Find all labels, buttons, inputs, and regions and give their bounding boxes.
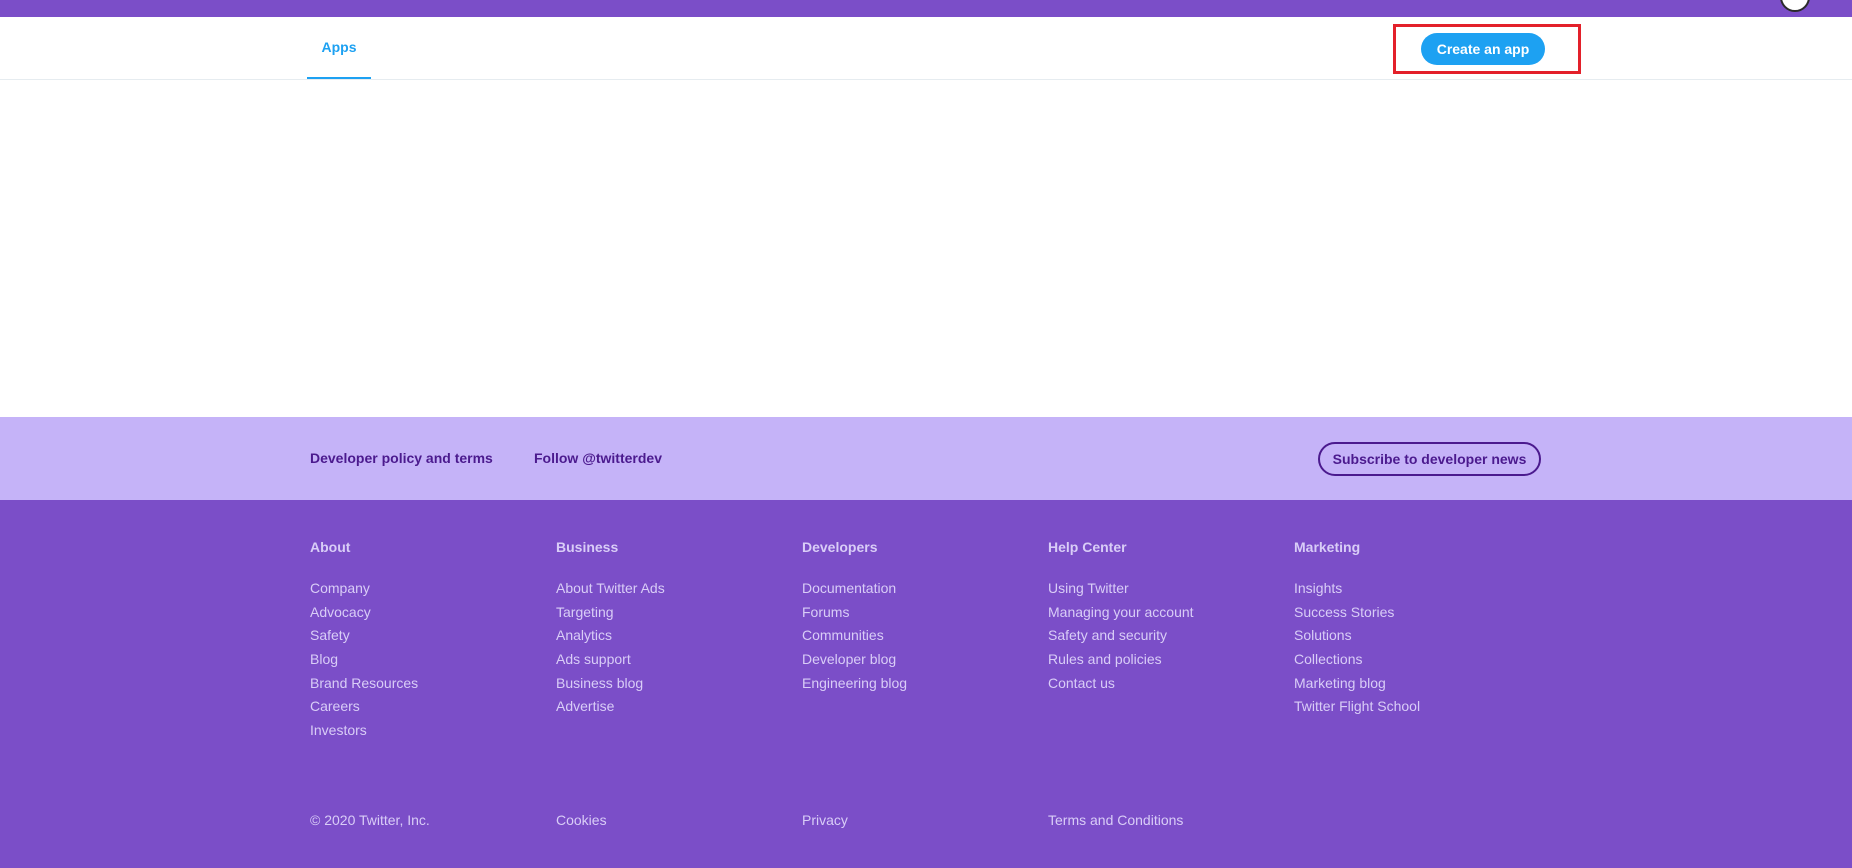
top-navigation-bar — [0, 0, 1852, 17]
page: Apps Create an app Developer policy and … — [0, 0, 1852, 868]
footer-column-help-center: Help Center Using Twitter Managing your … — [1048, 539, 1288, 697]
footer-link[interactable]: Managing your account — [1048, 604, 1194, 620]
create-app-button[interactable]: Create an app — [1421, 33, 1545, 65]
footer-column-heading: Developers — [802, 539, 878, 555]
footer-column-about: About Company Advocacy Safety Blog Brand… — [310, 539, 550, 745]
footer-column-heading: Marketing — [1294, 539, 1361, 555]
tab-apps[interactable]: Apps — [307, 17, 371, 79]
subscribe-developer-news-button[interactable]: Subscribe to developer news — [1318, 442, 1541, 476]
developer-links-band — [0, 417, 1852, 500]
footer-link[interactable]: Safety and security — [1048, 627, 1167, 643]
footer-link[interactable]: Insights — [1294, 580, 1342, 596]
footer-link[interactable]: Blog — [310, 651, 338, 667]
footer-link[interactable]: Targeting — [556, 604, 614, 620]
footer-link[interactable]: Business blog — [556, 675, 643, 691]
footer-link[interactable]: Analytics — [556, 627, 612, 643]
footer-link[interactable]: Company — [310, 580, 370, 596]
footer-link[interactable]: Engineering blog — [802, 675, 907, 691]
terms-link[interactable]: Terms and Conditions — [1048, 812, 1183, 828]
footer-link[interactable]: Rules and policies — [1048, 651, 1162, 667]
sub-navigation: Apps Create an app — [0, 17, 1852, 80]
footer-link[interactable]: Using Twitter — [1048, 580, 1129, 596]
footer-column-marketing: Marketing Insights Success Stories Solut… — [1294, 539, 1534, 721]
follow-twitterdev-link[interactable]: Follow @twitterdev — [534, 450, 662, 466]
privacy-link[interactable]: Privacy — [802, 812, 848, 828]
footer-link[interactable]: Brand Resources — [310, 675, 418, 691]
footer-link[interactable]: Developer blog — [802, 651, 896, 667]
footer-link[interactable]: Communities — [802, 627, 884, 643]
footer-link[interactable]: Safety — [310, 627, 350, 643]
footer-column-heading: About — [310, 539, 351, 555]
cookies-link[interactable]: Cookies — [556, 812, 607, 828]
footer-link[interactable]: Collections — [1294, 651, 1362, 667]
copyright-text: © 2020 Twitter, Inc. — [310, 812, 430, 828]
footer-link[interactable]: Investors — [310, 722, 367, 738]
footer-link[interactable]: About Twitter Ads — [556, 580, 665, 596]
footer-link[interactable]: Solutions — [1294, 627, 1352, 643]
footer-column-heading: Business — [556, 539, 619, 555]
footer-link[interactable]: Careers — [310, 698, 360, 714]
footer-link[interactable]: Advocacy — [310, 604, 371, 620]
footer-column-business: Business About Twitter Ads Targeting Ana… — [556, 539, 796, 721]
footer-link[interactable]: Marketing blog — [1294, 675, 1386, 691]
footer-column-developers: Developers Documentation Forums Communit… — [802, 539, 1042, 697]
footer-column-heading: Help Center — [1048, 539, 1127, 555]
footer-link[interactable]: Twitter Flight School — [1294, 698, 1420, 714]
footer-link[interactable]: Contact us — [1048, 675, 1115, 691]
footer-link[interactable]: Advertise — [556, 698, 614, 714]
developer-policy-link[interactable]: Developer policy and terms — [310, 450, 493, 466]
user-avatar-icon[interactable] — [1780, 0, 1810, 12]
footer-link[interactable]: Forums — [802, 604, 849, 620]
footer-link[interactable]: Ads support — [556, 651, 631, 667]
footer-link[interactable]: Documentation — [802, 580, 896, 596]
footer-link[interactable]: Success Stories — [1294, 604, 1394, 620]
